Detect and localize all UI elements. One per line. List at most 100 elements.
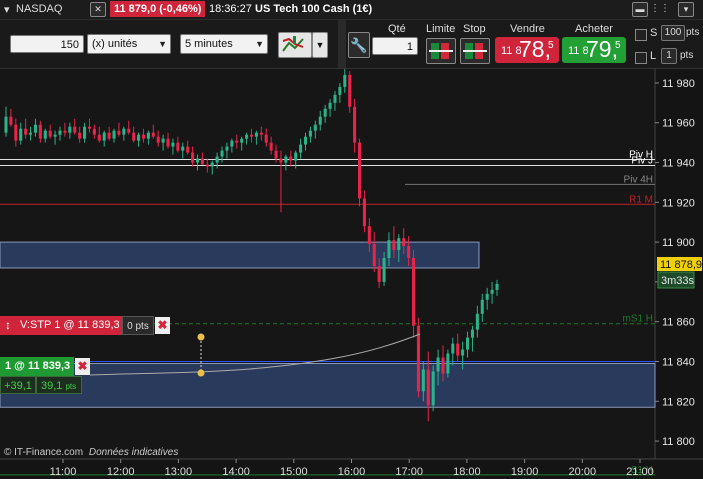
candle-body bbox=[97, 134, 101, 141]
limit-order-button[interactable] bbox=[426, 38, 456, 64]
grip-icon[interactable]: ⋮⋮ bbox=[650, 2, 670, 15]
sell-button[interactable]: 11 8 78, 5 bbox=[495, 36, 559, 63]
candle-body bbox=[470, 329, 474, 338]
candle-body bbox=[466, 337, 470, 350]
market-dropdown-icon[interactable]: ▾ bbox=[4, 3, 10, 16]
candle-body bbox=[200, 158, 204, 165]
unit-select[interactable]: (x) unités ▼ bbox=[87, 34, 171, 54]
x-tick-label: 14:00 bbox=[222, 466, 250, 478]
footer-credit: © IT-Finance.com Données indicatives bbox=[4, 447, 178, 458]
candle-body bbox=[279, 158, 283, 163]
candle-body bbox=[24, 128, 28, 135]
candle-body bbox=[387, 240, 391, 259]
timeframe-select[interactable]: 5 minutes ▼ bbox=[180, 34, 268, 54]
stop-order-pts: 0 pts bbox=[122, 316, 154, 335]
drag-arrows-icon[interactable]: ↕ bbox=[0, 316, 16, 335]
countdown-label: 3m33s bbox=[661, 275, 695, 287]
candle-body bbox=[53, 134, 57, 137]
candle-body bbox=[132, 132, 136, 141]
instrument-name: US Tech 100 Cash (1€) bbox=[255, 3, 373, 15]
stop-order-label: V:STP 1 @ 11 839,3 bbox=[16, 316, 122, 335]
position-label: 1 @ 11 839,3 bbox=[0, 357, 74, 376]
stop-loss-checkbox[interactable] bbox=[635, 29, 647, 41]
settings-button[interactable]: 🔧 bbox=[348, 32, 370, 58]
position-tag[interactable]: 1 @ 11 839,3 ✖ +39,1 39,1 pts bbox=[0, 357, 92, 395]
level-label: Piv J bbox=[631, 156, 653, 167]
quantity-input[interactable]: 150 bbox=[10, 35, 84, 53]
order-qty-input[interactable]: 1 bbox=[372, 37, 418, 55]
candle-body bbox=[421, 369, 425, 392]
x-tick-label: 13:00 bbox=[165, 466, 193, 478]
cancel-stop-icon[interactable]: ✖ bbox=[155, 317, 170, 334]
limit-input[interactable]: 1 bbox=[661, 48, 677, 64]
candle-body bbox=[92, 128, 96, 135]
candle-body bbox=[156, 136, 160, 143]
candle-body bbox=[259, 132, 263, 135]
candle-body bbox=[161, 138, 165, 143]
candle-body bbox=[240, 138, 244, 143]
candle-body bbox=[235, 140, 239, 143]
pnl-pts-value: 39,1 bbox=[41, 380, 63, 392]
stop-loss-input[interactable]: 100 bbox=[661, 25, 685, 41]
unit-select-value: (x) unités bbox=[92, 38, 138, 50]
candle-body bbox=[461, 349, 465, 356]
candle-body bbox=[14, 124, 18, 141]
timeframe-select-value: 5 minutes bbox=[185, 38, 233, 50]
close-chart-icon[interactable]: ✕ bbox=[90, 2, 106, 17]
position-handle[interactable] bbox=[197, 369, 205, 377]
y-tick-label: 11 820 bbox=[662, 396, 695, 408]
candle-body bbox=[245, 134, 249, 139]
candle-body bbox=[83, 126, 87, 139]
qty-label: Qté bbox=[388, 23, 406, 35]
candle-body bbox=[29, 132, 33, 135]
candle-body bbox=[254, 132, 258, 137]
candle-body bbox=[431, 371, 435, 406]
candle-body bbox=[107, 132, 111, 139]
stop-order-button[interactable] bbox=[460, 38, 490, 64]
candle-body bbox=[43, 130, 47, 139]
limit-unit: pts bbox=[680, 50, 694, 61]
candle-body bbox=[446, 353, 450, 374]
candle-body bbox=[274, 150, 278, 159]
x-tick-label: 12:00 bbox=[107, 466, 135, 478]
candle-body bbox=[191, 152, 195, 163]
x-tick-label: 21:00 bbox=[626, 466, 654, 478]
chart-tools-dropdown[interactable]: ▼ bbox=[312, 32, 328, 58]
candle-body bbox=[436, 357, 440, 372]
candle-body bbox=[33, 124, 37, 133]
candle-body bbox=[397, 238, 401, 251]
candle-body bbox=[303, 136, 308, 145]
candle-body bbox=[151, 132, 155, 137]
stop-label: Stop bbox=[463, 23, 486, 35]
y-tick-label: 11 920 bbox=[662, 197, 695, 209]
chart-tools-button[interactable] bbox=[278, 32, 312, 58]
y-tick-label: 11 900 bbox=[662, 237, 695, 249]
stop-order-handle[interactable] bbox=[197, 333, 205, 341]
candle-body bbox=[407, 246, 411, 259]
x-tick-label: 15:00 bbox=[280, 466, 308, 478]
candle-body bbox=[441, 357, 445, 374]
buy-button[interactable]: 11 8 79, 5 bbox=[562, 36, 626, 63]
close-position-icon[interactable]: ✖ bbox=[75, 358, 90, 375]
sell-label: Vendre bbox=[510, 23, 545, 35]
level-label: Piv 4H bbox=[624, 174, 653, 185]
x-tick-label: 17:00 bbox=[395, 466, 423, 478]
stop-order-tag[interactable]: ↕ V:STP 1 @ 11 839,3 0 pts ✖ bbox=[0, 316, 170, 335]
candle-body bbox=[284, 156, 288, 163]
level-label: R1 M bbox=[629, 194, 653, 205]
candle-body bbox=[4, 116, 8, 133]
candle-body bbox=[205, 164, 209, 167]
candle-body bbox=[318, 116, 322, 125]
candle-body bbox=[146, 132, 150, 139]
y-tick-label: 11 860 bbox=[662, 317, 695, 329]
buy-label: Acheter bbox=[575, 23, 613, 35]
minimize-icon[interactable]: ▬ bbox=[632, 2, 648, 17]
candle-body bbox=[225, 146, 229, 151]
window-menu-icon[interactable]: ▾ bbox=[678, 2, 694, 17]
candle-body bbox=[495, 283, 499, 290]
limit-checkbox[interactable] bbox=[635, 52, 647, 64]
candle-body bbox=[68, 126, 72, 133]
candle-body bbox=[9, 116, 13, 125]
price-chart[interactable]: Piv HPiv JPiv 4HR1 MmS1 HS1 H 11 98011 9… bbox=[0, 69, 703, 479]
candle-body bbox=[220, 150, 224, 157]
